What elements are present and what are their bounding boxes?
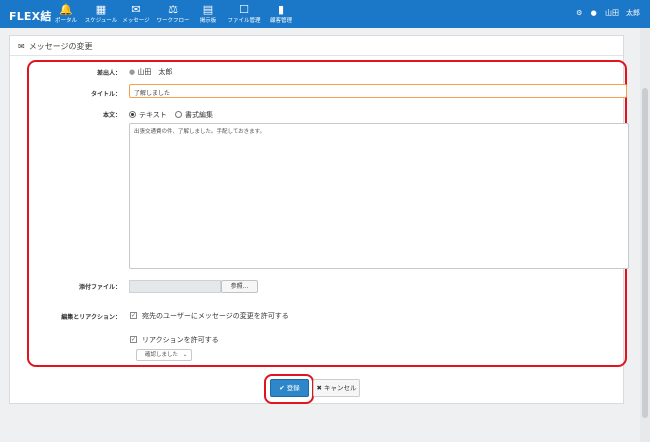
calendar-icon: ▦ <box>95 3 107 16</box>
nav-item-file-management[interactable]: ☐ ファイル管理 <box>226 3 262 25</box>
message-edit-panel: ✉ メッセージの変更 差出人： ● 山田 太郎 タイトル： 了解しました 本文： … <box>9 35 629 404</box>
scrollbar-thumb[interactable] <box>642 88 648 418</box>
nav-item-label: 掲示板 <box>199 18 217 24</box>
workflow-icon: ⚖ <box>168 3 178 16</box>
radio-unselected-icon <box>175 110 183 118</box>
allow-edit-label: 宛先のユーザーにメッセージの変更を許可する <box>142 312 289 320</box>
nav-item-label: スケジュール <box>84 18 118 24</box>
radio-rich-mode-label: 書式編集 <box>185 111 214 119</box>
bell-icon: 🔔 <box>59 3 73 16</box>
sender-name: 山田 太郎 <box>137 68 173 76</box>
page-title-text: メッセージの変更 <box>28 42 93 51</box>
nav-item-label: ワークフロー <box>156 18 190 24</box>
radio-rich-mode[interactable]: 書式編集 <box>175 110 214 119</box>
nav-item-customer-management[interactable]: ▮ 顧客管理 <box>263 3 299 25</box>
allow-reaction-checkbox-row[interactable]: ✓ リアクションを許可する <box>130 335 219 345</box>
radio-text-mode-label: テキスト <box>139 111 167 119</box>
radio-text-mode[interactable]: テキスト <box>129 110 167 119</box>
title-input[interactable]: 了解しました <box>129 84 627 98</box>
register-button[interactable]: ✔ 登録 <box>270 379 309 397</box>
body-label: 本文： <box>102 112 121 119</box>
reaction-select[interactable]: 確認しました ⌄ <box>136 349 192 361</box>
message-form: 差出人： ● 山田 太郎 タイトル： 了解しました 本文： テキスト 書式編集 … <box>27 60 629 367</box>
browse-button[interactable]: 参照... <box>221 280 258 293</box>
cancel-button-label: キャンセル <box>324 384 357 392</box>
title-label: タイトル： <box>90 91 121 98</box>
close-icon: ✖ <box>316 384 322 392</box>
page-title: ✉ メッセージの変更 <box>18 41 93 52</box>
nav-item-label: 顧客管理 <box>269 18 292 24</box>
checkbox-checked-icon[interactable]: ✓ <box>130 335 137 343</box>
nav-item-message[interactable]: ✉ メッセージ <box>118 3 154 25</box>
bulletin-board-icon: ▤ <box>202 3 214 16</box>
nav-item-schedule[interactable]: ▦ スケジュール <box>83 3 119 25</box>
drive-icon: ☐ <box>239 3 249 16</box>
nav-item-label: ポータル <box>54 18 77 24</box>
attachment-label: 添付ファイル： <box>78 284 121 291</box>
chevron-down-icon: ⌄ <box>182 352 188 358</box>
nav-item-label: ファイル管理 <box>227 18 261 24</box>
edit-reaction-label: 編集とリアクション： <box>61 314 121 321</box>
sender-value: ● 山田 太郎 <box>129 67 172 77</box>
cancel-button[interactable]: ✖ キャンセル <box>313 379 360 397</box>
envelope-icon: ✉ <box>131 3 141 16</box>
settings-icon[interactable]: ⚙ <box>576 9 582 17</box>
allow-edit-checkbox-row[interactable]: ✓ 宛先のユーザーにメッセージの変更を許可する <box>130 311 289 321</box>
checkbox-checked-icon[interactable]: ✓ <box>130 311 137 319</box>
allow-reaction-label: リアクションを許可する <box>142 336 219 344</box>
attachment-file-field[interactable] <box>129 280 221 293</box>
register-button-label: 登録 <box>286 384 300 392</box>
body-textarea[interactable]: 出張交通費の件、了解しました。手配しておきます。 <box>129 123 629 269</box>
user-menu[interactable]: ⚙ ● 山田 太郎 <box>570 8 640 18</box>
sender-label: 差出人： <box>96 70 121 77</box>
user-name: 山田 太郎 <box>605 9 640 17</box>
vertical-scrollbar[interactable] <box>640 28 650 442</box>
nav-item-label: メッセージ <box>122 18 150 24</box>
customer-icon: ▮ <box>277 3 285 16</box>
envelope-icon: ✉ <box>18 42 25 51</box>
user-avatar-icon: ● <box>129 68 136 76</box>
top-navigation-bar: FLEX結 🔔 ポータル ▦ スケジュール ✉ メッセージ ⚖ ワークフロー ▤… <box>0 0 650 28</box>
app-logo[interactable]: FLEX結 <box>9 8 52 24</box>
nav-item-workflow[interactable]: ⚖ ワークフロー <box>155 3 191 25</box>
nav-item-bulletin-board[interactable]: ▤ 掲示板 <box>190 3 226 25</box>
reaction-select-value: 確認しました <box>145 352 179 358</box>
user-avatar-icon: ● <box>590 9 597 17</box>
panel-header: ✉ メッセージの変更 <box>10 36 623 56</box>
nav-item-portal[interactable]: 🔔 ポータル <box>48 3 84 25</box>
body-mode-radios: テキスト 書式編集 <box>129 110 213 120</box>
radio-selected-icon <box>129 110 136 118</box>
check-icon: ✔ <box>279 384 285 392</box>
